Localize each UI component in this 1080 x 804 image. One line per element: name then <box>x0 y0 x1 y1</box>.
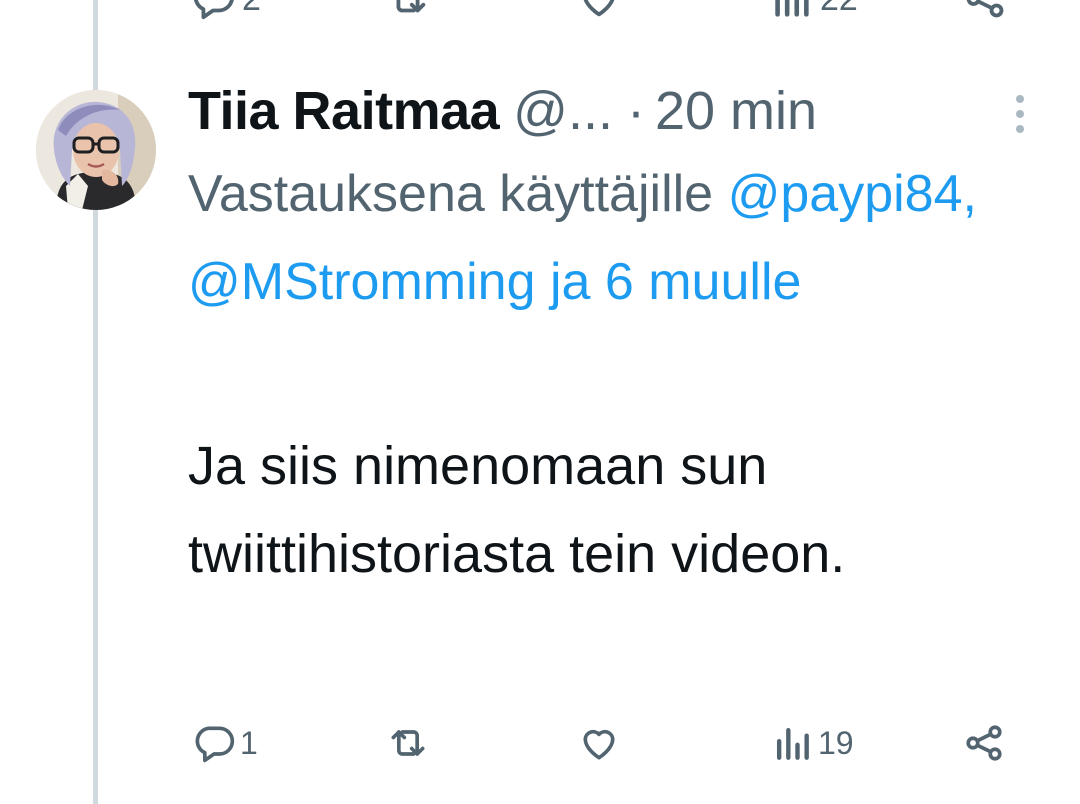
prev-reply-count: 2 <box>242 0 261 19</box>
prev-retweet-button[interactable] <box>385 0 431 22</box>
views-count: 19 <box>818 724 854 761</box>
reply-icon <box>195 726 235 763</box>
views-icon <box>775 0 809 17</box>
reply-context: Vastauksena käyttäjille @paypi84, @MStro… <box>188 150 1038 326</box>
share-button[interactable] <box>962 718 1006 768</box>
tweet-header: Tiia Raitmaa @... · 20 min <box>188 78 817 144</box>
more-icon <box>1016 95 1024 133</box>
retweet-icon <box>396 0 426 13</box>
prev-views-count: 22 <box>820 0 858 19</box>
tweet-timestamp[interactable]: 20 min <box>655 80 817 142</box>
tweet-text: Ja siis nimenomaan sun twiittihistoriast… <box>188 436 846 584</box>
reply-prefix: Vastauksena käyttäjille <box>188 165 714 223</box>
mention-paypi84[interactable]: @paypi84, <box>728 165 977 223</box>
like-icon <box>583 729 615 760</box>
author-handle[interactable]: @... <box>513 80 613 142</box>
retweet-icon <box>391 730 425 756</box>
reply-count: 1 <box>240 724 258 761</box>
prev-views-button[interactable]: 22 <box>768 0 858 22</box>
reply-button[interactable]: 1 <box>192 718 258 768</box>
share-icon <box>966 0 1004 18</box>
views-icon <box>776 727 809 760</box>
previous-tweet-actions: 2 22 <box>0 0 1080 24</box>
share-icon <box>966 725 1002 761</box>
more-options-button[interactable] <box>1010 92 1030 136</box>
like-icon <box>583 0 615 17</box>
mention-mstromming[interactable]: @MStromming <box>188 253 536 311</box>
avatar[interactable] <box>36 90 156 210</box>
avatar-image <box>36 90 156 210</box>
mention-others[interactable]: ja 6 muulle <box>550 253 801 311</box>
tweet-thread: 2 22 <box>0 0 1080 804</box>
views-button[interactable]: 19 <box>770 718 854 768</box>
prev-reply-button[interactable]: 2 <box>190 0 261 22</box>
tweet-actions: 1 19 <box>0 718 1080 768</box>
separator-dot: · <box>626 81 645 141</box>
author-name[interactable]: Tiia Raitmaa <box>188 80 500 142</box>
prev-share-button[interactable] <box>962 0 1008 22</box>
retweet-button[interactable] <box>386 718 434 768</box>
reply-icon <box>194 0 234 20</box>
prev-like-button[interactable] <box>576 0 622 22</box>
like-button[interactable] <box>577 718 625 768</box>
